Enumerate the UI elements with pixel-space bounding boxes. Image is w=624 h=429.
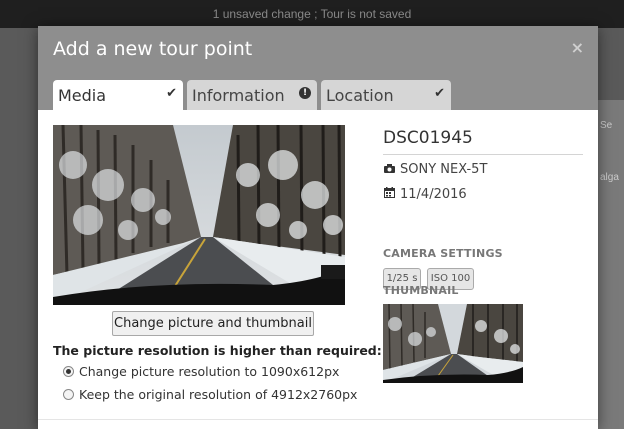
tour-point-photo: [53, 125, 345, 305]
radio-label: Keep the original resolution of 4912x276…: [79, 387, 358, 402]
capture-date: 11/4/2016: [400, 187, 467, 202]
change-picture-button[interactable]: Change picture and thumbnail: [112, 311, 314, 336]
radio-button[interactable]: [63, 389, 74, 400]
thumbnail-image: [383, 304, 523, 383]
map-label: Se: [600, 120, 613, 131]
calendar-icon: [384, 187, 395, 201]
check-icon: ✔: [434, 86, 445, 101]
capture-date-row: 11/4/2016: [384, 187, 467, 202]
camera-model-row: SONY NEX-5T: [384, 162, 487, 177]
tab-label: Information: [192, 86, 285, 105]
status-bar: 1 unsaved change ; Tour is not saved: [0, 0, 624, 28]
thumbnail-label: THUMBNAIL: [383, 284, 459, 297]
unsaved-status-text: 1 unsaved change ; Tour is not saved: [212, 7, 412, 21]
camera-settings-label: CAMERA SETTINGS: [383, 247, 503, 260]
dialog-footer-divider: [38, 419, 598, 420]
tab-media[interactable]: Media ✔: [53, 80, 183, 110]
photo-name: DSC01945: [383, 128, 583, 155]
tab-label: Media: [58, 86, 107, 105]
alert-icon: !: [299, 87, 311, 99]
close-button[interactable]: ×: [571, 38, 584, 57]
dialog-title: Add a new tour point: [53, 38, 253, 60]
radio-label: Change picture resolution to 1090x612px: [79, 364, 340, 379]
radio-change-resolution[interactable]: Change picture resolution to 1090x612px: [63, 364, 339, 379]
map-label: alga: [600, 172, 619, 183]
tab-label: Location: [326, 86, 394, 105]
tab-information[interactable]: Information !: [187, 80, 317, 110]
tab-location[interactable]: Location ✔: [321, 80, 451, 110]
add-tour-point-dialog: Add a new tour point × Media ✔ Informati…: [38, 26, 598, 429]
resolution-warning-title: The picture resolution is higher than re…: [53, 343, 382, 358]
dialog-header: Add a new tour point × Media ✔ Informati…: [38, 26, 598, 110]
check-icon: ✔: [166, 86, 177, 101]
camera-model: SONY NEX-5T: [400, 162, 488, 177]
background-map: Se alga: [598, 100, 624, 429]
radio-button[interactable]: [63, 366, 74, 377]
radio-keep-resolution[interactable]: Keep the original resolution of 4912x276…: [63, 387, 357, 402]
media-tab-panel: Change picture and thumbnail The picture…: [38, 110, 598, 420]
camera-icon: [384, 163, 395, 176]
